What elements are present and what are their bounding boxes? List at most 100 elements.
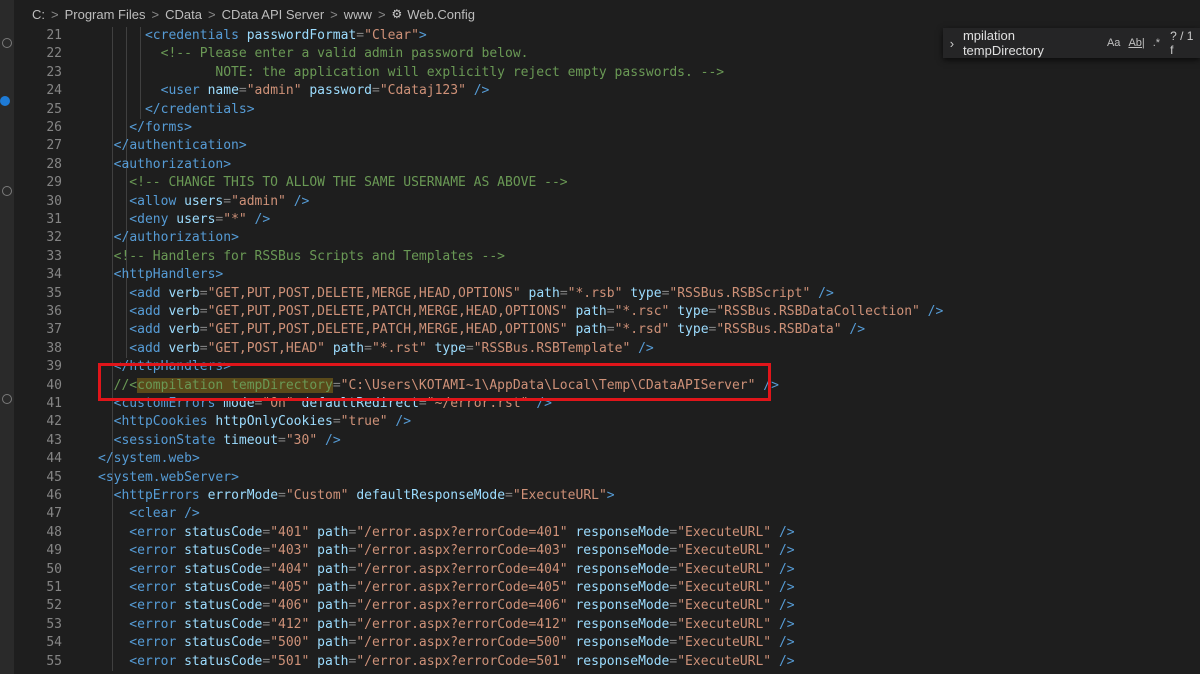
code-line[interactable]: 42 <httpCookies httpOnlyCookies="true" /…: [14, 413, 1200, 431]
code-line[interactable]: 54 <error statusCode="500" path="/error.…: [14, 634, 1200, 652]
code-token: "/error.aspx?errorCode=405": [356, 580, 568, 595]
code-token: "RSSBus.RSBTemplate": [473, 340, 631, 356]
regex-toggle[interactable]: .*: [1153, 37, 1160, 49]
code-line[interactable]: 36 <add verb="GET,PUT,POST,DELETE,PATCH,…: [14, 303, 1200, 321]
code-token: >: [223, 156, 232, 172]
code-text: <system.webServer>: [98, 469, 239, 487]
chevron-right-icon[interactable]: ›: [943, 36, 961, 51]
code-line[interactable]: 29 <!-- CHANGE THIS TO ALLOW THE SAME US…: [14, 174, 1200, 192]
line-number: 48: [46, 524, 62, 540]
code-line[interactable]: 33 <!-- Handlers for RSSBus Scripts and …: [14, 248, 1200, 266]
code-line[interactable]: 23 NOTE: the application will explicitly…: [14, 64, 1200, 82]
code-line[interactable]: 45 <system.webServer>: [14, 469, 1200, 487]
code-line[interactable]: 31 <deny users="*" />: [14, 211, 1200, 229]
explorer-icon[interactable]: [2, 38, 12, 48]
code-token: responseMode: [567, 598, 670, 614]
code-line[interactable]: 46 <httpErrors errorMode="Custom" defaul…: [14, 487, 1200, 505]
code-token: "GET,PUT,POST,DELETE,PATCH,MERGE,HEAD,OP…: [207, 304, 568, 319]
code-token: "ExecuteURL": [677, 580, 772, 595]
code-token: />: [771, 598, 795, 614]
code-text: <error statusCode="401" path="/error.asp…: [98, 524, 794, 542]
code-token: user: [168, 83, 200, 99]
whole-word-toggle[interactable]: Ab|: [1128, 37, 1144, 49]
find-input[interactable]: mpilation tempDirectory: [963, 28, 1099, 58]
line-number: 34: [46, 267, 62, 283]
line-number: 36: [46, 304, 62, 319]
code-line[interactable]: 35 <add verb="GET,PUT,POST,DELETE,MERGE,…: [14, 285, 1200, 303]
code-token: error: [137, 561, 177, 577]
code-token: =: [278, 432, 286, 448]
code-token: statusCode: [176, 524, 263, 540]
breadcrumb-cdata[interactable]: CData: [165, 7, 202, 22]
code-line[interactable]: 51 <error statusCode="405" path="/error.…: [14, 579, 1200, 597]
code-line[interactable]: 26 </forms>: [14, 119, 1200, 137]
code-token: add: [137, 322, 161, 338]
code-token: "*.rst": [371, 340, 427, 356]
code-token: =: [505, 488, 513, 503]
code-token: "*": [223, 212, 247, 227]
code-token: "406": [270, 598, 310, 614]
code-line[interactable]: 44 </system.web>: [14, 450, 1200, 468]
code-token: "ExecuteURL": [677, 653, 772, 669]
code-token: "admin": [231, 193, 286, 209]
code-line[interactable]: 55 <error statusCode="501" path="/error.…: [14, 653, 1200, 671]
code-text: <error statusCode="501" path="/error.asp…: [98, 653, 794, 671]
code-token: <: [98, 543, 138, 559]
line-number: 26: [46, 120, 62, 135]
code-token: >: [231, 469, 239, 485]
breadcrumb-cdata-api-server[interactable]: CData API Server: [222, 7, 325, 22]
code-line[interactable]: 32 </authorization>: [14, 229, 1200, 247]
extensions-icon[interactable]: [2, 186, 12, 196]
code-token: path: [309, 580, 349, 595]
breadcrumb-program-files[interactable]: Program Files: [65, 7, 146, 22]
code-line[interactable]: 38 <add verb="GET,POST,HEAD" path="*.rst…: [14, 340, 1200, 358]
code-line[interactable]: 34 <httpHandlers>: [14, 266, 1200, 284]
code-text: <add verb="GET,PUT,POST,DELETE,PATCH,MER…: [98, 321, 865, 339]
code-token: <: [98, 212, 138, 227]
code-token: statusCode: [176, 635, 263, 651]
code-line[interactable]: 43 <sessionState timeout="30" />: [14, 432, 1200, 450]
code-line[interactable]: 53 <error statusCode="412" path="/error.…: [14, 616, 1200, 634]
line-number: 43: [46, 432, 62, 448]
code-token: passwordFormat: [238, 28, 357, 43]
code-text: <!-- CHANGE THIS TO ALLOW THE SAME USERN…: [98, 174, 567, 192]
breadcrumb-file[interactable]: Web.Config: [407, 7, 475, 22]
code-text: <error statusCode="406" path="/error.asp…: [98, 597, 795, 615]
code-token: system.web: [113, 451, 192, 467]
line-number: 55: [46, 653, 62, 669]
code-token: <: [98, 28, 153, 43]
code-line[interactable]: 30 <allow users="admin" />: [14, 193, 1200, 211]
code-token: </: [98, 120, 145, 135]
code-token: "401": [270, 524, 310, 540]
line-number: 50: [46, 561, 62, 577]
code-line[interactable]: 24 <user name="admin" password="Cdataj12…: [14, 82, 1200, 100]
account-icon[interactable]: [2, 394, 12, 404]
code-line[interactable]: 49 <error statusCode="403" path="/error.…: [14, 542, 1200, 560]
code-line[interactable]: 37 <add verb="GET,PUT,POST,DELETE,PATCH,…: [14, 321, 1200, 339]
code-line[interactable]: 52 <error statusCode="406" path="/error.…: [14, 597, 1200, 615]
code-token: statusCode: [176, 561, 263, 577]
code-editor[interactable]: 21 <credentials passwordFormat="Clear"> 2…: [14, 27, 1200, 674]
code-token: "/error.aspx?errorCode=500": [356, 635, 568, 651]
code-token: "ExecuteURL": [677, 598, 772, 614]
code-token: =: [364, 340, 372, 356]
code-line[interactable]: 25 </credentials>: [14, 101, 1200, 119]
code-line[interactable]: 50 <error statusCode="404" path="/error.…: [14, 561, 1200, 579]
code-token: >: [238, 138, 247, 154]
code-line[interactable]: 47 <clear />: [14, 505, 1200, 523]
breadcrumb-www[interactable]: www: [344, 7, 372, 22]
code-token: />: [771, 561, 795, 577]
match-count: ? / 1 f: [1170, 29, 1194, 57]
code-line[interactable]: 48 <error statusCode="401" path="/error.…: [14, 524, 1200, 542]
code-token: "RSSBus.RSBScript": [669, 285, 811, 301]
code-token: "ExecuteURL": [677, 561, 772, 577]
breadcrumb-drive[interactable]: C:: [32, 7, 45, 22]
code-token: verb: [160, 322, 200, 338]
match-case-toggle[interactable]: Aa: [1107, 37, 1120, 49]
code-line[interactable]: 28 <authorization>: [14, 156, 1200, 174]
code-text: <error statusCode="500" path="/error.asp…: [98, 634, 794, 652]
code-line[interactable]: 27 </authentication>: [14, 137, 1200, 155]
code-token: error: [137, 635, 177, 651]
code-token: errorMode: [199, 488, 279, 503]
code-token: system.webServer: [105, 469, 232, 485]
